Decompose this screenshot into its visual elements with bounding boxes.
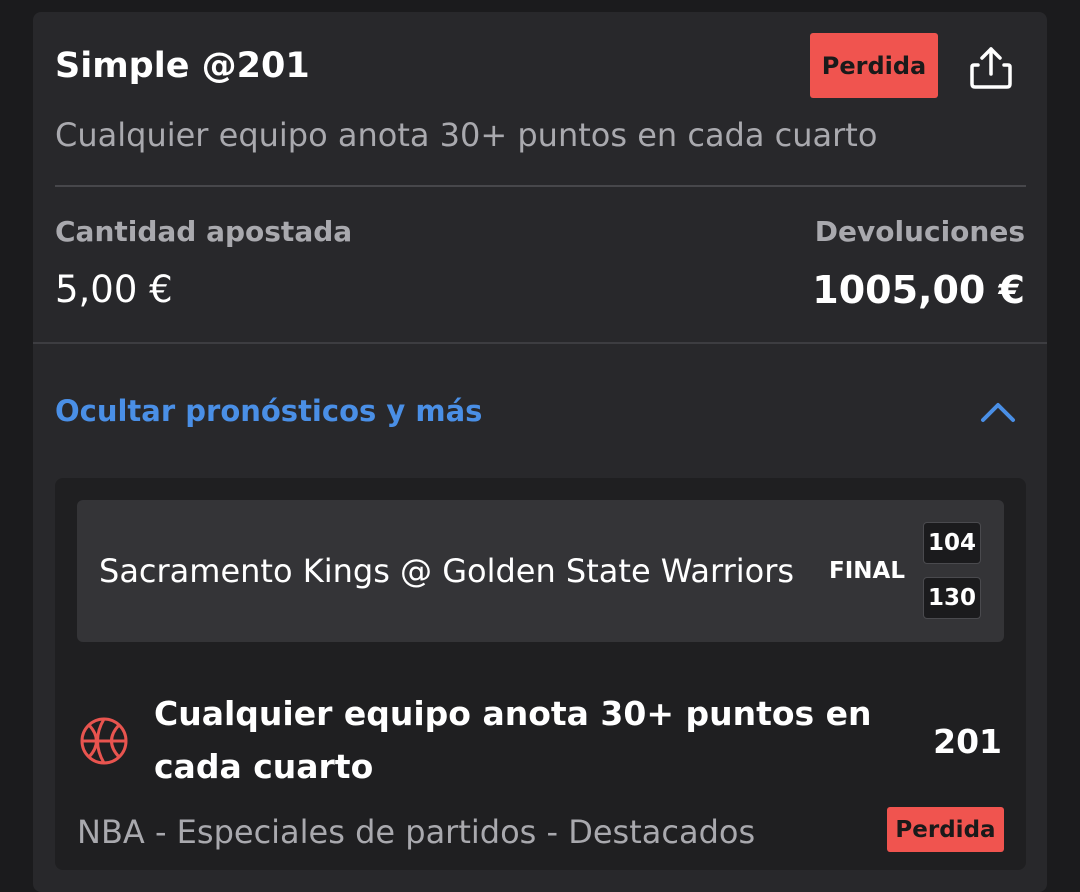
returns-label: Devoluciones <box>814 215 1025 248</box>
bet-title: Simple @201 <box>55 46 310 86</box>
share-button[interactable] <box>963 38 1019 98</box>
selection-panel: Sacramento Kings @ Golden State Warriors… <box>55 478 1026 870</box>
score-top: 104 <box>923 522 981 564</box>
returns-value: 1005,00 € <box>812 268 1025 312</box>
share-icon <box>970 47 1012 89</box>
stake-value: 5,00 € <box>55 268 173 311</box>
event-status: FINAL <box>829 558 905 584</box>
status-badge: Perdida <box>887 807 1004 852</box>
chevron-up-icon[interactable] <box>980 398 1016 424</box>
stake-label: Cantidad apostada <box>55 215 353 248</box>
score-bottom: 130 <box>923 577 981 619</box>
status-badge: Perdida <box>810 33 938 98</box>
hide-selections-toggle[interactable]: Ocultar pronósticos y más <box>55 390 482 432</box>
selection-odds: 201 <box>933 722 1002 761</box>
event-name: Sacramento Kings @ Golden State Warriors <box>99 552 795 590</box>
divider <box>55 185 1026 187</box>
bet-subtitle: Cualquier equipo anota 30+ puntos en cad… <box>55 116 878 154</box>
market-title: Cualquier equipo anota 30+ puntos en cad… <box>154 694 872 786</box>
market-path: NBA - Especiales de partidos - Destacado… <box>77 813 756 851</box>
basketball-icon <box>80 717 128 765</box>
divider <box>33 342 1047 344</box>
bet-card: Simple @201 Perdida Cualquier equipo ano… <box>33 12 1047 892</box>
event-row[interactable]: Sacramento Kings @ Golden State Warriors… <box>77 500 1004 642</box>
